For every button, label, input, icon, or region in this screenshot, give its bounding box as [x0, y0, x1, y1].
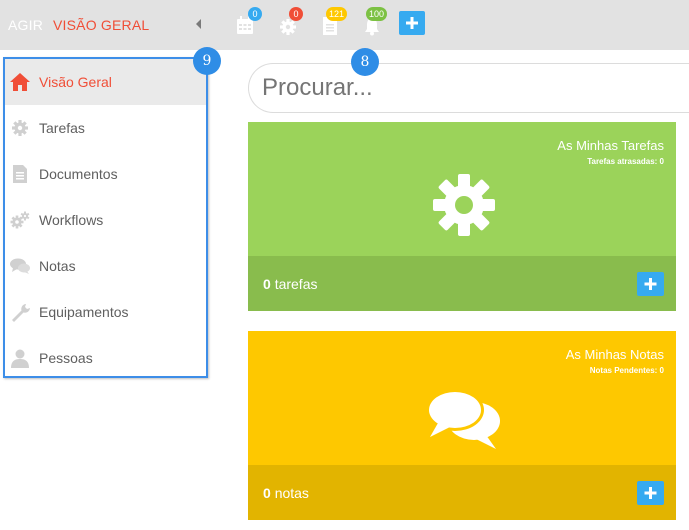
notes-card: As Minhas Notas Notas Pendentes: 0 0 not… — [248, 331, 676, 520]
sidebar-item-pessoas[interactable]: Pessoas — [4, 335, 207, 381]
plus-icon — [644, 278, 657, 290]
gear-icon — [12, 120, 28, 136]
calendar-badge: 0 — [248, 7, 262, 21]
collapse-sidebar-icon[interactable] — [193, 17, 203, 31]
tasks-card-body[interactable]: As Minhas Tarefas Tarefas atrasadas: 0 — [248, 122, 676, 256]
callout-sidebar: 9 — [193, 47, 221, 75]
callout-search: 8 — [351, 48, 379, 76]
gear-icon — [433, 174, 495, 236]
search-input[interactable] — [248, 63, 689, 113]
home-icon — [10, 73, 30, 91]
tasks-card: As Minhas Tarefas Tarefas atrasadas: 0 0… — [248, 122, 676, 311]
sidebar-item-label: Notas — [39, 258, 76, 274]
breadcrumb: VISÃO GERAL — [53, 17, 150, 33]
sidebar-item-documentos[interactable]: Documentos — [4, 151, 207, 197]
sidebar: Visão Geral Tarefas Documentos Workflows… — [0, 57, 207, 377]
notes-count: 0 notas — [263, 485, 309, 501]
sidebar-item-label: Documentos — [39, 166, 118, 182]
notes-card-body[interactable]: As Minhas Notas Notas Pendentes: 0 — [248, 331, 676, 465]
sidebar-item-label: Equipamentos — [39, 304, 129, 320]
plus-icon — [406, 17, 418, 29]
add-note-button[interactable] — [637, 481, 664, 505]
documents-badge: 121 — [326, 7, 348, 21]
sidebar-item-label: Visão Geral — [39, 74, 112, 90]
notes-card-footer: 0 notas — [248, 465, 676, 520]
sidebar-item-workflows[interactable]: Workflows — [4, 197, 207, 243]
sidebar-item-label: Workflows — [39, 212, 104, 228]
user-icon — [11, 349, 29, 368]
sidebar-item-label: Pessoas — [39, 350, 93, 366]
tasks-card-title: As Minhas Tarefas — [557, 138, 664, 153]
sidebar-item-tarefas[interactable]: Tarefas — [4, 105, 207, 151]
sidebar-item-label: Tarefas — [39, 120, 85, 136]
tasks-count-value: 0 — [263, 276, 271, 292]
tasks-count-unit: tarefas — [274, 276, 318, 292]
notes-count-value: 0 — [263, 485, 271, 501]
gears-icon — [10, 211, 30, 229]
add-button[interactable] — [399, 11, 425, 35]
sidebar-item-notas[interactable]: Notas — [4, 243, 207, 289]
chat-icon — [426, 389, 500, 449]
tasks-badge: 0 — [289, 7, 303, 21]
notes-card-subtitle: Notas Pendentes: 0 — [589, 366, 664, 375]
tasks-count: 0 tarefas — [263, 276, 318, 292]
chat-icon — [10, 258, 30, 274]
tasks-card-subtitle: Tarefas atrasadas: 0 — [587, 157, 664, 166]
sidebar-item-visao-geral[interactable]: Visão Geral — [4, 59, 207, 105]
brand-label[interactable]: AGIR — [8, 17, 43, 33]
tasks-card-footer: 0 tarefas — [248, 256, 676, 311]
top-bar: AGIR VISÃO GERAL 0 0 121 100 — [0, 0, 689, 50]
plus-icon — [644, 487, 657, 499]
document-icon — [13, 165, 27, 183]
wrench-icon — [12, 304, 30, 322]
notes-count-unit: notas — [274, 485, 309, 501]
add-task-button[interactable] — [637, 272, 664, 296]
sidebar-item-equipamentos[interactable]: Equipamentos — [4, 289, 207, 335]
notes-card-title: As Minhas Notas — [565, 347, 664, 362]
notifications-badge: 100 — [366, 7, 388, 21]
